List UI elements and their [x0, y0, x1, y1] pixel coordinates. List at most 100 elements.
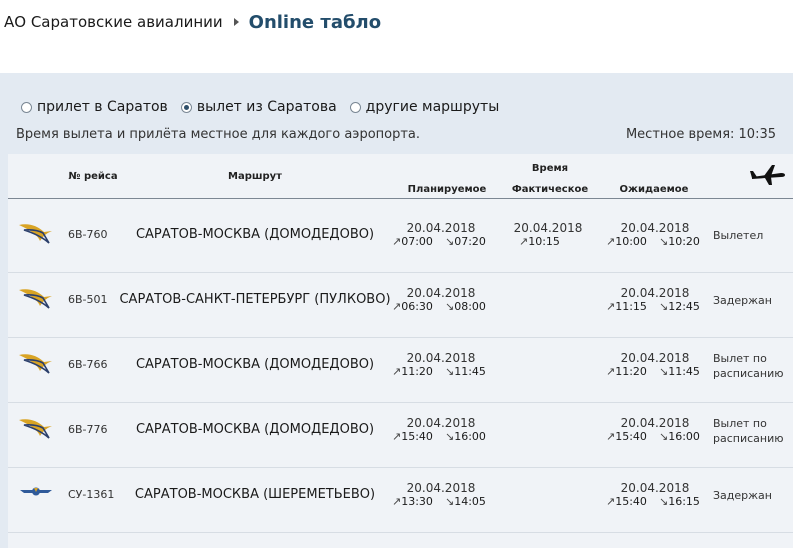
planned-date: 20.04.2018: [406, 286, 476, 300]
flight-status: Вылет по расписанию: [713, 417, 784, 445]
table-row[interactable]: 6В-766 САРАТОВ-МОСКВА (ДОМОДЕДОВО) 20.04.2…: [8, 346, 793, 402]
flight-status: Вылет по расписанию: [713, 352, 784, 380]
planned-arrival: ↘16:00: [445, 430, 486, 443]
expected-date: 20.04.2018: [620, 221, 690, 235]
planned-arrival: ↘08:00: [445, 300, 486, 313]
row-separator: [8, 272, 793, 273]
flight-number[interactable]: 6В-760: [68, 228, 108, 241]
expected-departure: ↗11:20: [606, 365, 647, 378]
radio-arrivals-label: прилет в Саратов: [37, 99, 168, 115]
route-name: САРАТОВ-САНКТ-ПЕТЕРБУРГ (ПУЛКОВО): [119, 292, 391, 307]
saratov-airlines-logo: [18, 219, 54, 245]
breadcrumb-separator-icon: [233, 18, 239, 26]
departure-arrow-icon: ↗: [392, 300, 402, 313]
radio-departures-control[interactable]: [180, 101, 192, 113]
route-name: САРАТОВ-МОСКВА (ШЕРЕМЕТЬЕВО): [134, 487, 376, 502]
planned-date: 20.04.2018: [406, 221, 476, 235]
flight-status: Задержан: [713, 294, 772, 307]
direction-filter: прилет в Саратов вылет из Саратова други…: [21, 99, 512, 115]
expected-date: 20.04.2018: [620, 351, 690, 365]
local-time-note: Время вылета и прилёта местное для каждо…: [16, 127, 421, 142]
planned-departure: ↗13:30: [392, 495, 433, 508]
planned-departure: ↗07:00: [392, 235, 433, 248]
departure-arrow-icon: ↗: [392, 365, 402, 378]
departure-arrow-icon: ↗: [606, 430, 616, 443]
flight-number[interactable]: 6В-776: [68, 423, 108, 436]
header-flight-number: № рейса: [68, 171, 118, 182]
saratov-airlines-logo: [18, 349, 54, 375]
planned-date: 20.04.2018: [406, 481, 476, 495]
table-row[interactable]: СУ-1361 САРАТОВ-МОСКВА (ШЕРЕМЕТЬЕВО) 20.04…: [8, 476, 793, 532]
expected-date: 20.04.2018: [620, 416, 690, 430]
row-separator: [8, 532, 793, 533]
expected-departure: ↗15:40: [606, 430, 647, 443]
breadcrumb-parent-link[interactable]: АО Саратовские авиалинии: [4, 13, 223, 31]
route-name: САРАТОВ-МОСКВА (ДОМОДЕДОВО): [135, 357, 375, 372]
planned-arrival: ↘07:20: [445, 235, 486, 248]
departure-arrow-icon: ↗: [392, 495, 402, 508]
arrival-arrow-icon: ↘: [445, 495, 455, 508]
header-time: Время: [531, 163, 569, 174]
row-separator: [8, 467, 793, 468]
expected-arrival: ↘10:20: [659, 235, 700, 248]
flight-number[interactable]: 6В-766: [68, 358, 108, 371]
arrival-arrow-icon: ↘: [659, 300, 669, 313]
planned-date: 20.04.2018: [406, 416, 476, 430]
radio-arrivals[interactable]: прилет в Саратов: [21, 99, 168, 115]
breadcrumb: АО Саратовские авиалинии Online табло: [4, 8, 381, 36]
flight-number[interactable]: 6В-501: [68, 293, 108, 306]
radio-departures-label: вылет из Саратова: [196, 99, 337, 115]
planned-departure: ↗15:40: [392, 430, 433, 443]
expected-date: 20.04.2018: [620, 481, 690, 495]
arrival-arrow-icon: ↘: [445, 365, 455, 378]
route-name: САРАТОВ-МОСКВА (ДОМОДЕДОВО): [135, 422, 375, 437]
flight-status: Задержан: [713, 489, 772, 502]
expected-arrival: ↘11:45: [659, 365, 700, 378]
planned-arrival: ↘11:45: [445, 365, 486, 378]
radio-other-routes-label: другие маршруты: [365, 99, 500, 115]
saratov-airlines-logo: [18, 414, 54, 440]
airplane-icon: [750, 165, 785, 185]
flights-table: № рейса Маршрут Время Планируемое Фактич…: [8, 154, 793, 548]
arrival-arrow-icon: ↘: [445, 235, 455, 248]
departure-arrow-icon: ↗: [519, 235, 529, 248]
header-expected: Ожидаемое: [619, 184, 689, 195]
expected-arrival: ↘16:00: [659, 430, 700, 443]
departure-arrow-icon: ↗: [606, 235, 616, 248]
table-row[interactable]: 6В-760 САРАТОВ-МОСКВА (ДОМОДЕДОВО) 20.04.2…: [8, 216, 793, 272]
planned-date: 20.04.2018: [406, 351, 476, 365]
aeroflot-logo: [18, 479, 54, 505]
arrival-arrow-icon: ↘: [659, 430, 669, 443]
table-row[interactable]: 6В-776 САРАТОВ-МОСКВА (ДОМОДЕДОВО) 20.04.2…: [8, 411, 793, 467]
planned-departure: ↗06:30: [392, 300, 433, 313]
expected-departure: ↗11:15: [606, 300, 647, 313]
saratov-airlines-logo: [18, 284, 54, 310]
actual-date: 20.04.2018: [513, 221, 583, 235]
header-actual: Фактическое: [511, 184, 589, 195]
arrival-arrow-icon: ↘: [445, 430, 455, 443]
expected-date: 20.04.2018: [620, 286, 690, 300]
arrival-arrow-icon: ↘: [659, 495, 669, 508]
row-separator: [8, 402, 793, 403]
route-name: САРАТОВ-МОСКВА (ДОМОДЕДОВО): [135, 227, 375, 242]
expected-departure: ↗10:00: [606, 235, 647, 248]
radio-departures[interactable]: вылет из Саратова: [180, 99, 337, 115]
radio-other-routes[interactable]: другие маршруты: [349, 99, 500, 115]
flight-board-panel: прилет в Саратов вылет из Саратова други…: [0, 73, 793, 548]
page-title: Online табло: [248, 11, 382, 33]
flight-number[interactable]: СУ-1361: [68, 488, 114, 501]
flight-status: Вылетел: [713, 229, 764, 242]
radio-arrivals-control[interactable]: [21, 101, 32, 113]
header-divider: [8, 198, 793, 199]
table-row[interactable]: 6В-501 САРАТОВ-САНКТ-ПЕТЕРБУРГ (ПУЛКОВО) 2…: [8, 281, 793, 337]
arrival-arrow-icon: ↘: [445, 300, 455, 313]
row-separator: [8, 337, 793, 338]
expected-arrival: ↘12:45: [659, 300, 700, 313]
departure-arrow-icon: ↗: [392, 235, 402, 248]
actual-departure: ↗10:15: [519, 235, 560, 248]
planned-departure: ↗11:20: [392, 365, 433, 378]
radio-other-routes-control[interactable]: [349, 101, 361, 113]
planned-arrival: ↘14:05: [445, 495, 486, 508]
arrival-arrow-icon: ↘: [659, 235, 669, 248]
departure-arrow-icon: ↗: [606, 365, 616, 378]
